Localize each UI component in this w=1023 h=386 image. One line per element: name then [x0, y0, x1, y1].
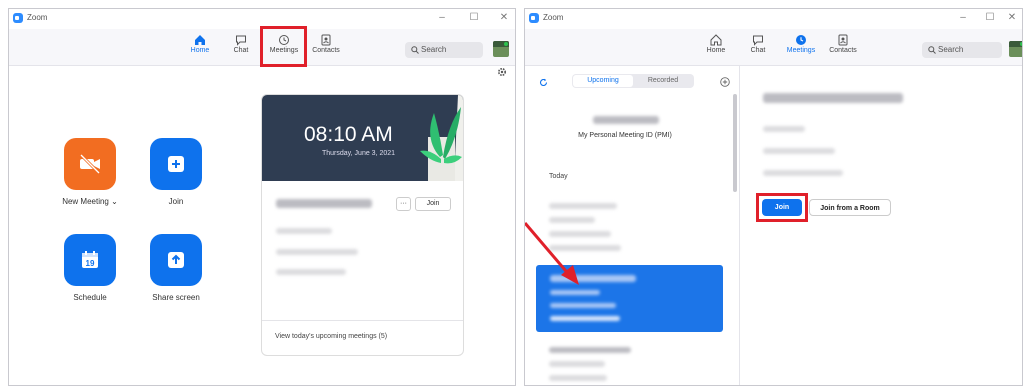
- card-join-button[interactable]: Join: [415, 197, 451, 211]
- close-button[interactable]: ✕: [1005, 12, 1019, 24]
- tab-chat-label: Chat: [233, 47, 249, 54]
- clock-icon: [796, 35, 806, 45]
- plus-icon: [168, 156, 184, 172]
- search-input[interactable]: Search: [922, 42, 1002, 58]
- meetings-tabs: Upcoming Recorded: [572, 74, 694, 88]
- tab-recorded[interactable]: Recorded: [633, 75, 693, 87]
- zoom-logo-icon: [529, 13, 539, 23]
- meetings-tab-highlight: [260, 26, 307, 67]
- meeting-id-blurred: [276, 249, 358, 255]
- add-meeting-icon[interactable]: [720, 77, 730, 87]
- minimize-button[interactable]: –: [956, 12, 970, 24]
- clock-banner: 08:10 AM Thursday, June 3, 2021: [262, 95, 463, 181]
- meeting-detail-line-blurred: [763, 126, 805, 132]
- upcoming-meeting-card: 08:10 AM Thursday, June 3, 2021 ··· Join…: [261, 94, 464, 356]
- more-options-button[interactable]: ···: [396, 197, 411, 211]
- current-date: Thursday, June 3, 2021: [322, 150, 396, 157]
- tab-chat[interactable]: Chat: [738, 32, 778, 62]
- tab-upcoming[interactable]: Upcoming: [573, 75, 633, 87]
- tab-home[interactable]: Home: [696, 32, 736, 62]
- tab-meetings[interactable]: Meetings: [781, 32, 821, 62]
- new-meeting-label: New Meeting ⌄: [62, 197, 118, 206]
- app-title: Zoom: [27, 13, 48, 22]
- share-screen-button[interactable]: [150, 234, 202, 286]
- title-bar: Zoom – ☐ ✕: [525, 9, 1022, 29]
- avatar[interactable]: [1009, 41, 1022, 57]
- meeting-item-blurred: [549, 375, 607, 381]
- tab-home-label: Home: [706, 47, 726, 54]
- tab-contacts[interactable]: Contacts: [306, 32, 346, 62]
- search-input[interactable]: Search: [405, 42, 483, 58]
- zoom-home-window: Zoom – ☐ ✕ Home Chat Meetings Contacts S…: [8, 8, 516, 386]
- gear-icon[interactable]: [497, 67, 507, 77]
- close-button[interactable]: ✕: [497, 12, 511, 24]
- join-from-room-button[interactable]: Join from a Room: [809, 199, 891, 216]
- meeting-time-blurred: [276, 228, 332, 234]
- maximize-button[interactable]: ☐: [983, 12, 997, 24]
- meeting-detail-line-blurred: [763, 148, 835, 154]
- search-placeholder: Search: [938, 45, 964, 54]
- tab-home-label: Home: [190, 47, 210, 54]
- meeting-item-blurred: [549, 203, 617, 209]
- search-placeholder: Search: [421, 45, 447, 54]
- home-icon: [195, 35, 205, 45]
- pmi-label: My Personal Meeting ID (PMI): [578, 132, 672, 139]
- list-scrollbar[interactable]: [733, 94, 737, 192]
- calendar-day: 19: [86, 259, 95, 268]
- current-time: 08:10 AM: [304, 123, 393, 146]
- schedule-button[interactable]: 19: [64, 234, 116, 286]
- video-off-icon: [79, 153, 101, 175]
- tab-home[interactable]: Home: [180, 32, 220, 62]
- search-icon: [411, 46, 419, 54]
- pmi-number-blurred: [593, 116, 659, 124]
- tab-meetings-label: Meetings: [786, 47, 816, 54]
- tab-chat[interactable]: Chat: [221, 32, 261, 62]
- tab-chat-label: Chat: [750, 47, 766, 54]
- zoom-logo-icon: [13, 13, 23, 23]
- meeting-detail-line-blurred: [763, 170, 843, 176]
- new-meeting-button[interactable]: [64, 138, 116, 190]
- join-button[interactable]: [150, 138, 202, 190]
- view-upcoming-link[interactable]: View today's upcoming meetings (5): [262, 320, 463, 355]
- share-up-arrow-icon: [168, 252, 184, 268]
- today-heading: Today: [549, 173, 568, 180]
- selected-meeting-line-blurred: [550, 290, 600, 295]
- tab-contacts-label: Contacts: [312, 47, 340, 54]
- tab-contacts[interactable]: Contacts: [823, 32, 863, 62]
- chat-icon: [236, 35, 246, 46]
- calendar-icon: 19: [82, 251, 98, 268]
- app-title: Zoom: [543, 13, 564, 22]
- plant-illustration: [420, 95, 463, 181]
- join-button[interactable]: Join: [762, 199, 802, 216]
- meeting-detail-title-blurred: [763, 93, 903, 103]
- search-icon: [928, 46, 936, 54]
- contacts-icon: [838, 34, 848, 46]
- minimize-button[interactable]: –: [435, 12, 449, 24]
- avatar[interactable]: [493, 41, 509, 57]
- top-nav: Home Chat Meetings Contacts Search: [525, 29, 1022, 66]
- zoom-meetings-window: Zoom – ☐ ✕ Home Chat Meetings Contacts S…: [524, 8, 1023, 386]
- view-upcoming-label: View today's upcoming meetings (5): [275, 333, 388, 340]
- red-arrow-annotation: [525, 222, 579, 285]
- meeting-item-blurred: [549, 361, 605, 367]
- meeting-host-blurred: [276, 269, 346, 275]
- selected-meeting-line-blurred: [550, 316, 620, 321]
- meeting-title-blurred: [276, 199, 372, 208]
- chat-icon: [753, 35, 763, 46]
- maximize-button[interactable]: ☐: [467, 12, 481, 24]
- chevron-down-icon[interactable]: ⌄: [111, 197, 118, 206]
- share-screen-label: Share screen: [152, 293, 200, 302]
- contacts-icon: [321, 34, 331, 46]
- selected-meeting-line-blurred: [550, 303, 616, 308]
- meeting-item-blurred: [549, 347, 631, 353]
- schedule-label: Schedule: [73, 293, 107, 302]
- tab-contacts-label: Contacts: [829, 47, 857, 54]
- home-icon: [710, 34, 722, 46]
- refresh-icon[interactable]: [539, 78, 548, 87]
- join-label: Join: [168, 197, 184, 206]
